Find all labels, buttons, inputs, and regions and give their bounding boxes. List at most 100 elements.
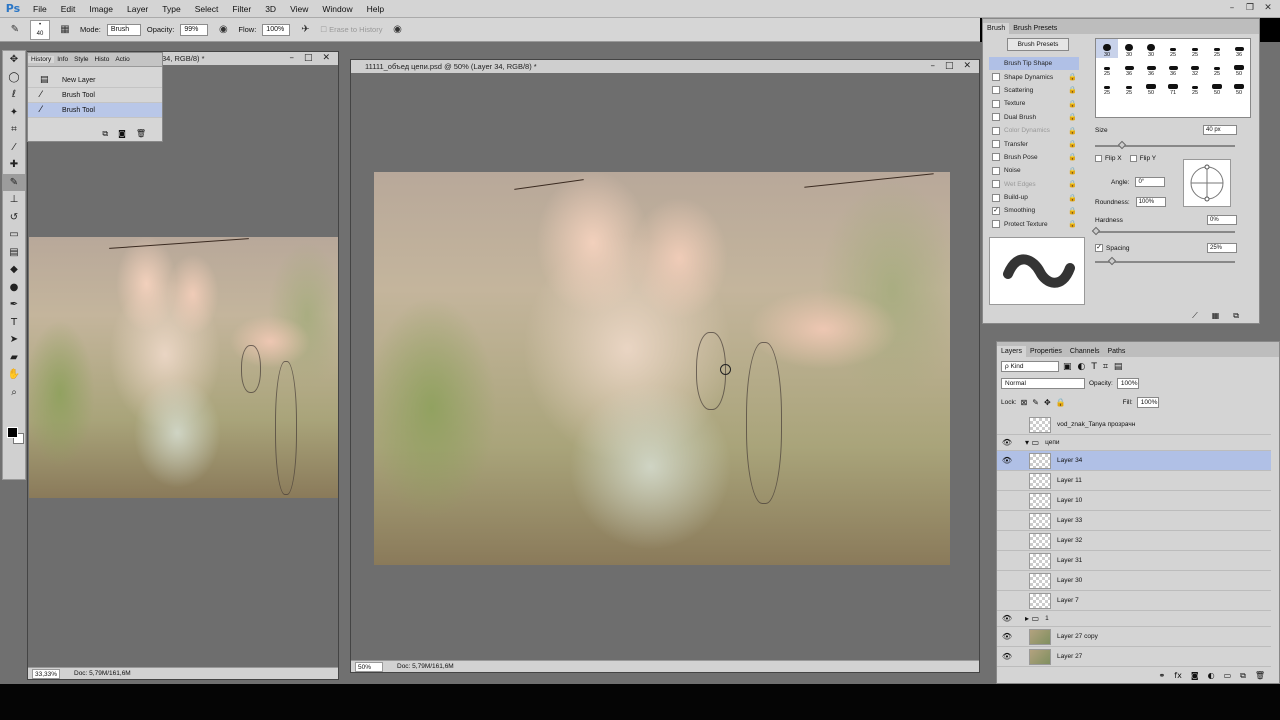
- folder-icon[interactable]: ▭: [1224, 671, 1232, 681]
- tab-paths[interactable]: Paths: [1104, 346, 1130, 357]
- zoom-level-input[interactable]: 33,33%: [32, 668, 60, 679]
- adjustment-icon[interactable]: ◐: [1208, 671, 1215, 681]
- angle-input[interactable]: 0°: [1135, 177, 1166, 187]
- layer-row[interactable]: 👁 Layer 27 copy: [997, 627, 1271, 647]
- lock-icon[interactable]: 🔒: [1068, 100, 1079, 108]
- menu-select[interactable]: Select: [188, 4, 226, 14]
- brush-option-shape-dynamics[interactable]: Shape Dynamics 🔒: [989, 70, 1079, 83]
- menu-edit[interactable]: Edit: [54, 4, 83, 14]
- layer-group-row[interactable]: 👁 ▸ ▭ 1: [997, 611, 1271, 627]
- brush-tip[interactable]: 25: [1118, 77, 1140, 96]
- brush-tip[interactable]: 30: [1118, 39, 1140, 58]
- brush-presets-button[interactable]: Brush Presets: [1007, 38, 1069, 51]
- spacing-slider[interactable]: [1095, 256, 1235, 266]
- hardness-slider[interactable]: [1091, 226, 1235, 236]
- lock-icon[interactable]: 🔒: [1068, 86, 1079, 94]
- pen-tool-icon[interactable]: ✒: [3, 296, 25, 314]
- brush-tip[interactable]: 50: [1228, 77, 1250, 96]
- blend-mode-select[interactable]: Normal: [1001, 378, 1085, 389]
- lock-icon[interactable]: 🔒: [1068, 220, 1079, 228]
- brush-tip[interactable]: 32: [1184, 58, 1206, 77]
- restore-icon[interactable]: □: [945, 60, 954, 73]
- brush-option-smoothing[interactable]: ✓ Smoothing 🔒: [989, 204, 1079, 217]
- brush-tip[interactable]: 36: [1118, 58, 1140, 77]
- layer-row[interactable]: 👁 Layer 34: [997, 451, 1271, 471]
- canvas-image-main[interactable]: [374, 172, 950, 565]
- brush-tip-toggle-icon[interactable]: ⟋: [1192, 311, 1198, 321]
- option-checkbox[interactable]: [992, 193, 1000, 202]
- new-brush-icon[interactable]: ⧉: [1233, 311, 1239, 321]
- tab-style[interactable]: Style: [71, 56, 91, 63]
- pressure-opacity-icon[interactable]: ◉: [214, 22, 232, 38]
- brush-option-wet-edges[interactable]: Wet Edges 🔒: [989, 178, 1079, 191]
- menu-help[interactable]: Help: [360, 4, 391, 14]
- doc-size-info[interactable]: Doc: 5,79M/161,6M: [397, 663, 454, 670]
- brush-option-brush-pose[interactable]: Brush Pose 🔒: [989, 151, 1079, 164]
- close-icon[interactable]: ✕: [963, 60, 971, 73]
- option-checkbox[interactable]: [992, 99, 1000, 108]
- brush-tip[interactable]: 25: [1206, 58, 1228, 77]
- lock-icon[interactable]: 🔒: [1068, 140, 1079, 148]
- brush-option-protect-texture[interactable]: Protect Texture 🔒: [989, 218, 1079, 231]
- layer-row[interactable]: Layer 33: [997, 511, 1271, 531]
- brush-tool-icon[interactable]: ✎: [3, 173, 25, 191]
- brush-option-dual-brush[interactable]: Dual Brush 🔒: [989, 111, 1079, 124]
- tab-info[interactable]: Info: [54, 56, 71, 63]
- flip-y-checkbox[interactable]: [1129, 155, 1137, 162]
- spacing-checkbox[interactable]: ✓: [1095, 244, 1103, 252]
- option-checkbox[interactable]: [992, 166, 1000, 175]
- brush-tool-preset-icon[interactable]: ✎: [6, 22, 24, 38]
- layer-row[interactable]: Layer 31: [997, 551, 1271, 571]
- trash-icon[interactable]: 🗑: [1255, 671, 1265, 681]
- brush-option-transfer[interactable]: Transfer 🔒: [989, 137, 1079, 150]
- quick-select-tool-icon[interactable]: ✦: [3, 104, 25, 122]
- blur-tool-icon[interactable]: ◆: [3, 261, 25, 279]
- hand-tool-icon[interactable]: ✋: [3, 366, 25, 384]
- spacing-input[interactable]: 25%: [1207, 243, 1237, 253]
- layer-opacity-input[interactable]: 100%: [1116, 378, 1139, 389]
- option-checkbox[interactable]: [992, 140, 1000, 149]
- layer-row[interactable]: vod_znak_Tanya прозрачн: [997, 415, 1271, 435]
- folder-icon[interactable]: ▸ ▭: [1025, 614, 1039, 623]
- option-checkbox[interactable]: [992, 86, 1000, 95]
- restore-icon[interactable]: ❐: [1242, 2, 1258, 14]
- brush-tip[interactable]: 25: [1162, 39, 1184, 58]
- eye-icon[interactable]: 👁: [997, 652, 1017, 661]
- new-layer-icon[interactable]: ⧉: [1240, 671, 1246, 681]
- brush-tip[interactable]: 25: [1184, 77, 1206, 96]
- layer-fill-input[interactable]: 100%: [1136, 397, 1159, 408]
- mode-select[interactable]: Brush: [106, 23, 141, 36]
- brush-tip[interactable]: 25: [1096, 77, 1118, 96]
- tab-channels[interactable]: Channels: [1066, 346, 1104, 357]
- crop-tool-icon[interactable]: ⌗: [3, 121, 25, 139]
- layer-row[interactable]: Layer 11: [997, 471, 1271, 491]
- grid-view-icon[interactable]: ▦: [1212, 311, 1220, 321]
- trash-icon[interactable]: 🗑: [136, 129, 146, 139]
- brush-option-noise[interactable]: Noise 🔒: [989, 164, 1079, 177]
- brush-tip[interactable]: 50: [1228, 58, 1250, 77]
- brush-tip[interactable]: 36: [1228, 39, 1250, 58]
- lock-icon[interactable]: 🔒: [1068, 113, 1079, 121]
- brush-tip[interactable]: 71: [1162, 77, 1184, 96]
- lock-icon[interactable]: 🔒: [1068, 207, 1079, 215]
- roundness-input[interactable]: 100%: [1135, 197, 1166, 207]
- lock-icon[interactable]: 🔒: [1068, 194, 1079, 202]
- brush-tip[interactable]: 25: [1206, 39, 1228, 58]
- brush-size-picker[interactable]: • 40: [30, 19, 50, 40]
- brush-option-texture[interactable]: Texture 🔒: [989, 97, 1079, 110]
- flow-input[interactable]: 100%: [262, 23, 291, 36]
- layer-row[interactable]: Layer 7: [997, 591, 1271, 611]
- brush-tip[interactable]: 30: [1140, 39, 1162, 58]
- lock-icon[interactable]: 🔒: [1068, 127, 1079, 135]
- eye-icon[interactable]: 👁: [997, 614, 1017, 623]
- eye-icon[interactable]: 👁: [997, 632, 1017, 641]
- lock-icon[interactable]: 🔒: [1068, 73, 1079, 81]
- history-item[interactable]: ⁄ Brush Tool: [28, 88, 162, 103]
- option-checkbox[interactable]: [992, 180, 1000, 189]
- foreground-color-swatch[interactable]: [7, 427, 18, 438]
- menu-3d[interactable]: 3D: [258, 4, 283, 14]
- menu-view[interactable]: View: [283, 4, 315, 14]
- opacity-input[interactable]: 99%: [180, 23, 209, 36]
- lock-icons[interactable]: ⊠✎✥🔒: [1021, 398, 1071, 407]
- minimize-icon[interactable]: –: [930, 60, 935, 73]
